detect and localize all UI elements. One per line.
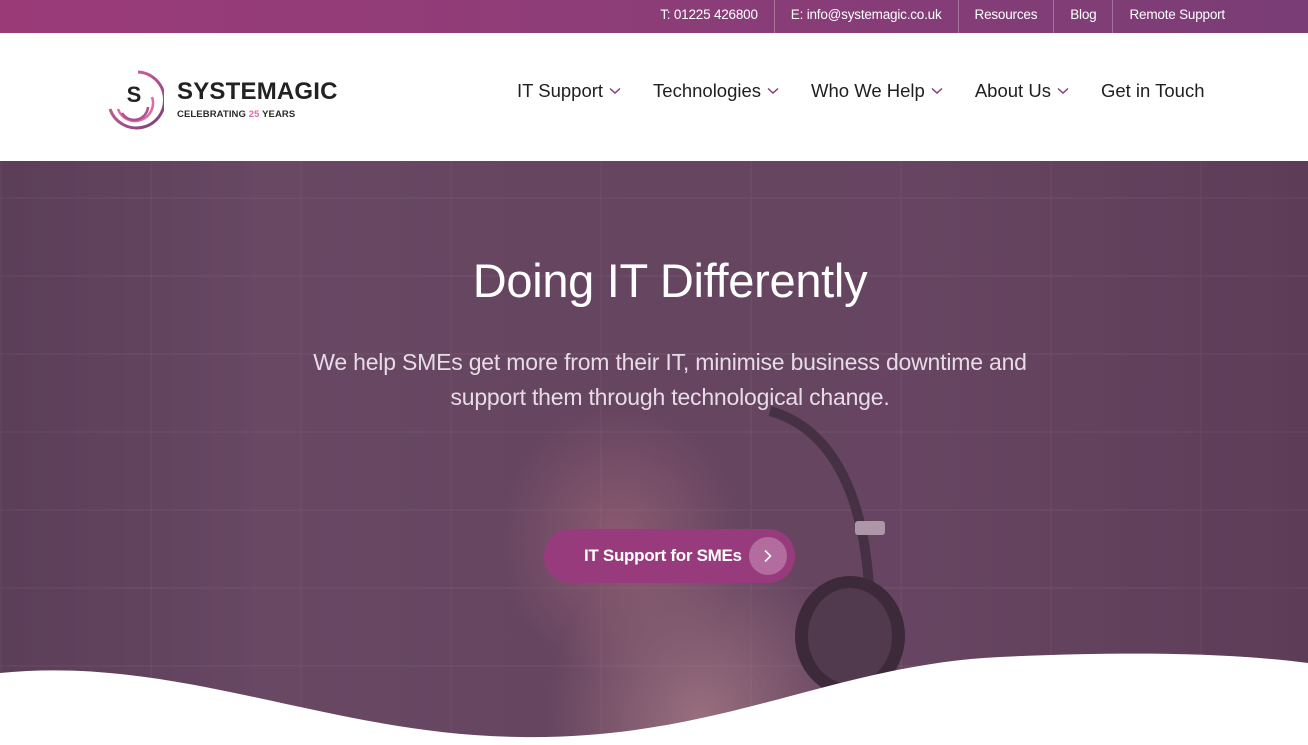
nav-item-who-we-help[interactable]: Who We Help xyxy=(811,80,943,102)
nav-item-it-support[interactable]: IT Support xyxy=(517,80,621,102)
site-header: S SYSTEMAGIC CELEBRATING 25 YEARS IT Sup… xyxy=(0,33,1308,161)
chevron-down-icon xyxy=(609,87,621,94)
tagline-prefix: CELEBRATING xyxy=(177,109,249,120)
nav-item-about-us[interactable]: About Us xyxy=(975,80,1069,102)
email-link[interactable]: E: info@systemagic.co.uk xyxy=(773,0,958,33)
nav-item-label: Who We Help xyxy=(811,80,925,101)
logo-tagline: CELEBRATING 25 YEARS xyxy=(177,109,295,120)
phone-link[interactable]: T: 01225 426800 xyxy=(644,0,774,33)
hero-title: Doing IT Differently xyxy=(472,254,868,307)
nav-item-label: About Us xyxy=(974,80,1051,101)
chevron-down-icon xyxy=(1057,87,1069,94)
svg-text:S: S xyxy=(127,82,142,107)
site-logo[interactable]: S SYSTEMAGIC CELEBRATING 25 YEARS xyxy=(104,69,344,131)
tagline-number: 25 xyxy=(248,109,260,120)
nav-item-label: IT Support xyxy=(517,80,604,101)
nav-item-get-in-touch[interactable]: Get in Touch xyxy=(1101,80,1205,102)
hero-section: Doing IT Differently We help SMEs get mo… xyxy=(0,161,1308,745)
blog-link[interactable]: Blog xyxy=(1053,0,1112,33)
nav-item-label: Technologies xyxy=(653,80,762,101)
resources-link[interactable]: Resources xyxy=(957,0,1054,33)
nav-item-label: Get in Touch xyxy=(1100,80,1205,101)
hero-subtitle: We help SMEs get more from their IT, min… xyxy=(313,349,1027,410)
logo-wordmark: SYSTEMAGIC xyxy=(177,78,338,105)
nav-item-technologies[interactable]: Technologies xyxy=(653,80,779,102)
tagline-suffix: YEARS xyxy=(259,109,296,120)
top-utility-bar: T: 01225 426800 E: info@systemagic.co.uk… xyxy=(0,0,1308,33)
chevron-right-icon xyxy=(749,537,787,575)
remote-support-link[interactable]: Remote Support xyxy=(1112,0,1241,33)
main-nav: IT Support Technologies Who We Help Abou… xyxy=(517,78,1204,104)
chevron-down-icon xyxy=(767,87,779,94)
chevron-down-icon xyxy=(931,87,943,94)
cta-label: IT Support for SMEs xyxy=(584,546,742,565)
it-support-for-smes-button[interactable]: IT Support for SMEs xyxy=(544,529,795,583)
logo-mark-icon: S xyxy=(108,70,164,130)
hero-bottom-wave xyxy=(0,653,1308,745)
